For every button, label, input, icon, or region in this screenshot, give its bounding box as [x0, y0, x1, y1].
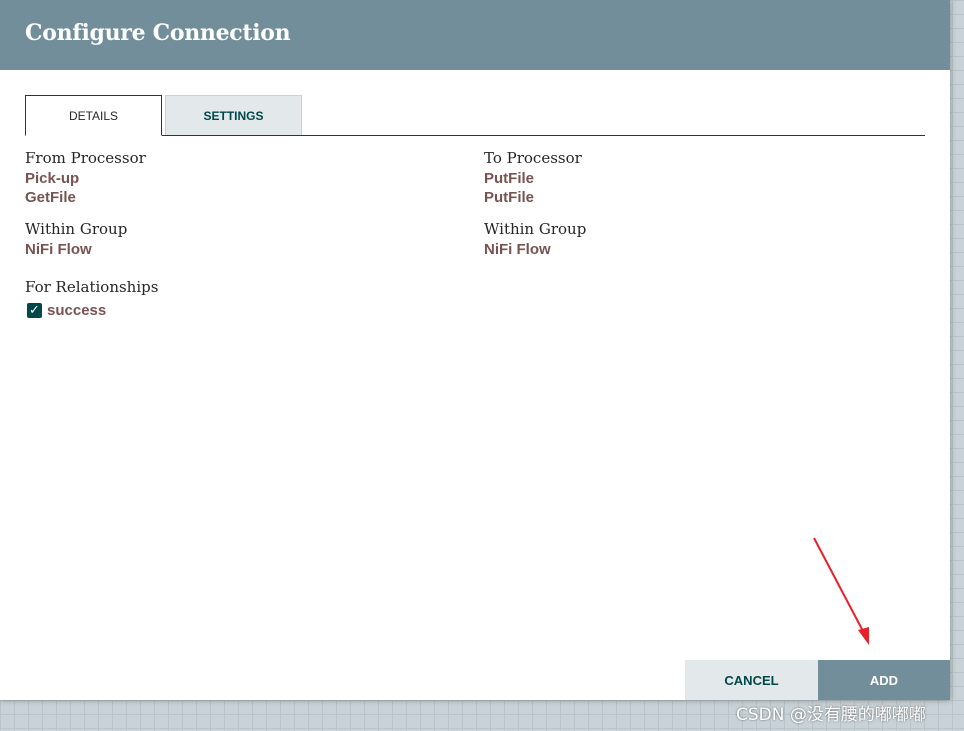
tab-settings[interactable]: SETTINGS	[165, 95, 302, 135]
relationship-item-success[interactable]: ✓ success	[27, 300, 106, 320]
add-button[interactable]: ADD	[818, 660, 950, 700]
checkbox-checked-icon[interactable]: ✓	[27, 302, 42, 318]
to-group-name: NiFi Flow	[484, 241, 551, 258]
from-processor-section: From Processor Pick-up GetFile Within Gr…	[25, 148, 146, 259]
cancel-button[interactable]: CANCEL	[685, 660, 818, 700]
from-processor-type: GetFile	[25, 189, 76, 206]
relationship-name: success	[47, 301, 107, 319]
relationships-label: For Relationships	[25, 278, 159, 296]
to-processor-label: To Processor	[484, 149, 582, 167]
from-group-label: Within Group	[25, 220, 128, 238]
to-processor-name: PutFile	[484, 170, 535, 187]
from-processor-name: Pick-up	[25, 170, 80, 187]
tab-bar: DETAILS SETTINGS	[25, 95, 925, 136]
tab-details[interactable]: DETAILS	[25, 95, 162, 136]
dialog-title: Configure Connection	[25, 20, 291, 46]
configure-connection-dialog: Configure Connection DETAILS SETTINGS Fr…	[0, 0, 950, 700]
to-group-label: Within Group	[484, 220, 587, 238]
watermark: CSDN @没有腰的嘟嘟嘟	[736, 705, 926, 725]
dialog-header: Configure Connection	[0, 0, 950, 70]
to-processor-type: PutFile	[484, 189, 535, 206]
to-processor-section: To Processor PutFile PutFile Within Grou…	[484, 148, 586, 259]
from-processor-label: From Processor	[25, 149, 146, 167]
from-group-name: NiFi Flow	[25, 241, 92, 258]
